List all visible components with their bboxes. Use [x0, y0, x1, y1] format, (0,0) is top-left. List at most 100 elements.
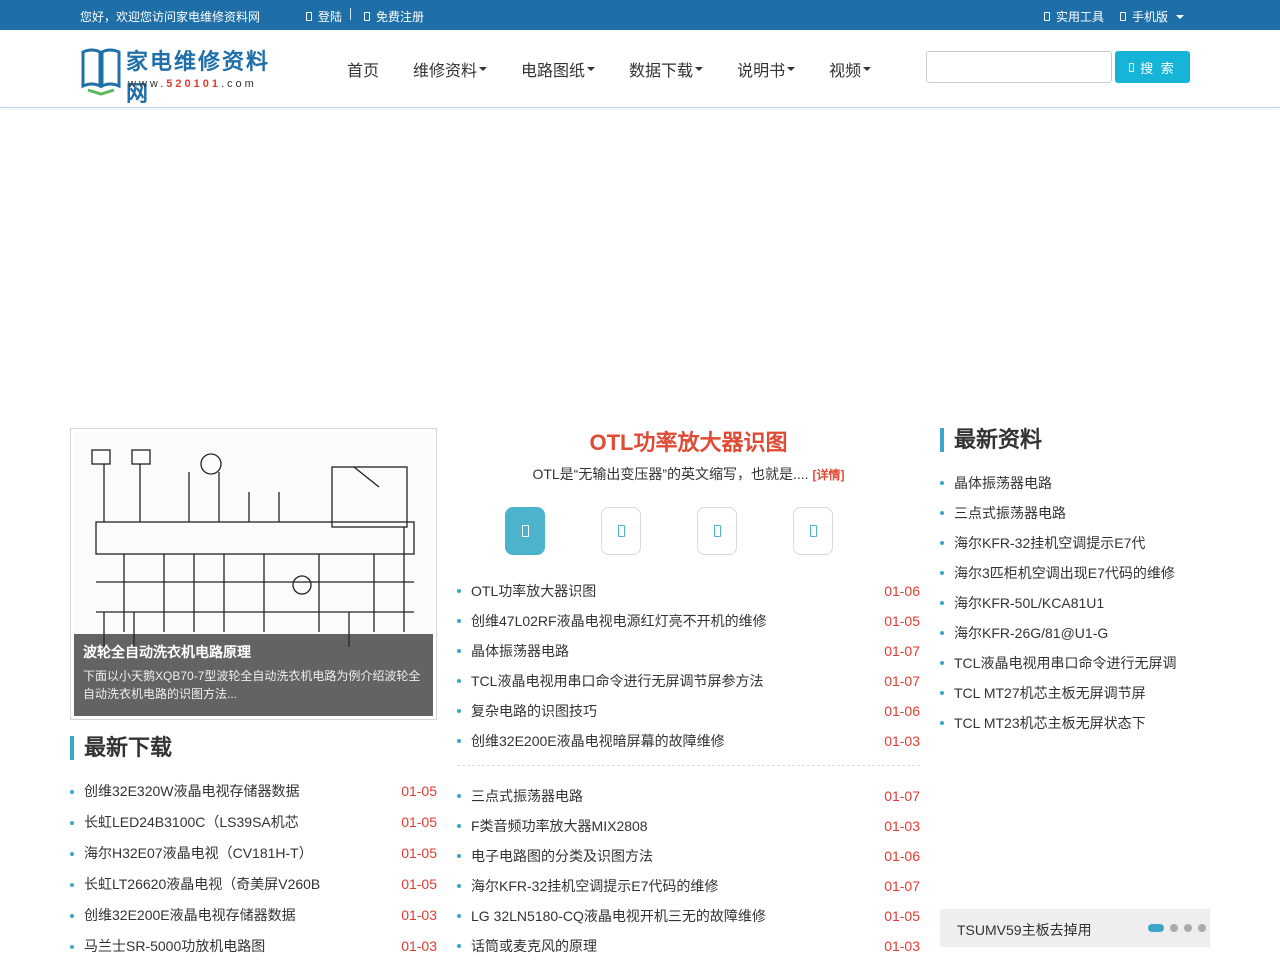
slider-dot[interactable]: [1184, 924, 1192, 932]
list-item-title[interactable]: 马兰士SR-5000功放机电路图: [84, 931, 265, 962]
document-icon: [617, 525, 625, 537]
list-item[interactable]: OTL功率放大器识图 01-06: [457, 576, 920, 606]
divider: [457, 765, 920, 766]
tab-icon-3[interactable]: [697, 507, 737, 555]
tab-icon-2[interactable]: [601, 507, 641, 555]
list-item-title[interactable]: TCL MT23机芯主板无屏状态下: [954, 708, 1146, 738]
summary-text: OTL是“无输出变压器”的英文缩写，也就是....: [532, 466, 809, 482]
list-item[interactable]: 创维32E200E液晶电视存储器数据 01-03: [70, 900, 437, 931]
featured-description: 下面以小天鹅XQB70-7型波轮全自动洗衣机电路为例介绍波轮全自动洗衣机电路的识…: [83, 669, 421, 701]
list-item[interactable]: 长虹LED24B3100C（LS39SA机芯 01-05: [70, 807, 437, 838]
list-item-title[interactable]: 电子电路图的分类及识图方法: [471, 841, 653, 871]
featured-article[interactable]: 波轮全自动洗衣机电路原理 下面以小天鹅XQB70-7型波轮全自动洗衣机电路为例介…: [70, 428, 437, 720]
list-item-date: 01-03: [401, 938, 437, 954]
chevron-down-icon: [587, 67, 596, 71]
list-item-date: 01-07: [884, 788, 920, 804]
slider-dot[interactable]: [1170, 924, 1178, 932]
list-item-title[interactable]: 海尔KFR-26G/81@U1-G: [954, 618, 1108, 648]
list-item-title[interactable]: TCL液晶电视用串口命令进行无屏调: [954, 648, 1176, 678]
list-item[interactable]: 创维47L02RF液晶电视电源红灯亮不开机的维修 01-05: [457, 606, 920, 636]
login-link[interactable]: 登陆: [306, 8, 342, 25]
list-item[interactable]: LG 32LN5180-CQ液晶电视开机三无的故障维修 01-05: [457, 901, 920, 931]
list-item-title[interactable]: F类音频功率放大器MIX2808: [471, 811, 648, 841]
nav-item-1[interactable]: 维修资料: [396, 57, 504, 81]
list-item-title[interactable]: 三点式振荡器电路: [954, 498, 1066, 528]
list-item[interactable]: TCL液晶电视用串口命令进行无屏调节屏参方法 01-07: [457, 666, 920, 696]
register-label: 免费注册: [376, 10, 425, 24]
latest-list: 晶体振荡器电路 三点式振荡器电路 海尔KFR-32挂机空调提示E7代 海尔3匹柜机空调…: [940, 468, 1210, 738]
list-item-title[interactable]: TCL MT27机芯主板无屏调节屏: [954, 678, 1146, 708]
list-item-title[interactable]: 长虹LT26620液晶电视（奇美屏V260B: [84, 869, 320, 900]
list-item[interactable]: 海尔KFR-32挂机空调提示E7代: [940, 528, 1210, 558]
slider-title[interactable]: TSUMV59主板去掉用: [957, 920, 1092, 940]
list-item-title[interactable]: 海尔H32E07液晶电视（CV181H-T）: [84, 838, 313, 869]
list-item[interactable]: 创维32E200E液晶电视暗屏幕的故障维修 01-03: [457, 726, 920, 756]
tab-icon-1[interactable]: [505, 507, 545, 555]
list-item-title[interactable]: LG 32LN5180-CQ液晶电视开机三无的故障维修: [471, 901, 766, 931]
list-item-title[interactable]: 三点式振荡器电路: [471, 781, 583, 811]
list-item[interactable]: 马兰士SR-5000功放机电路图 01-03: [70, 931, 437, 962]
list-item[interactable]: F类音频功率放大器MIX2808 01-03: [457, 811, 920, 841]
list-item-title[interactable]: 创维47L02RF液晶电视电源红灯亮不开机的维修: [471, 606, 767, 636]
list-item[interactable]: 创维32E320W液晶电视存储器数据 01-05: [70, 776, 437, 807]
list-item-title[interactable]: 创维32E200E液晶电视暗屏幕的故障维修: [471, 726, 725, 756]
search-icon: [1129, 62, 1135, 72]
list-item[interactable]: TCL MT27机芯主板无屏调节屏: [940, 678, 1210, 708]
nav-item-2[interactable]: 电路图纸: [504, 57, 612, 81]
list-item-title[interactable]: 长虹LED24B3100C（LS39SA机芯: [84, 807, 299, 838]
list-item[interactable]: 三点式振荡器电路 01-07: [457, 781, 920, 811]
mobile-link[interactable]: 手机版: [1120, 8, 1185, 25]
search-input[interactable]: [926, 51, 1112, 83]
list-item[interactable]: 晶体振荡器电路: [940, 468, 1210, 498]
list-item-title[interactable]: 海尔KFR-32挂机空调提示E7代: [954, 528, 1145, 558]
list-item[interactable]: 海尔KFR-32挂机空调提示E7代码的维修 01-07: [457, 871, 920, 901]
list-item[interactable]: TCL MT23机芯主板无屏状态下: [940, 708, 1210, 738]
list-item[interactable]: 海尔H32E07液晶电视（CV181H-T） 01-05: [70, 838, 437, 869]
list-item[interactable]: 复杂电路的识图技巧 01-06: [457, 696, 920, 726]
nav-item-label: 说明书: [737, 63, 786, 80]
headline-title[interactable]: OTL功率放大器识图: [457, 425, 920, 457]
chevron-down-icon: [787, 67, 796, 71]
list-item[interactable]: 晶体振荡器电路 01-07: [457, 636, 920, 666]
slider-dot[interactable]: [1198, 924, 1206, 932]
list-item-title[interactable]: 海尔KFR-32挂机空调提示E7代码的维修: [471, 871, 718, 901]
nav-item-3[interactable]: 数据下载: [612, 57, 720, 81]
list-item[interactable]: 话筒或麦克风的原理 01-03: [457, 931, 920, 961]
tools-link[interactable]: 实用工具: [1044, 8, 1104, 25]
list-item-date: 01-06: [884, 703, 920, 719]
list-item-title[interactable]: 创维32E200E液晶电视存储器数据: [84, 900, 296, 931]
list-item-title[interactable]: 海尔KFR-50L/KCA81U1: [954, 588, 1104, 618]
list-item-title[interactable]: OTL功率放大器识图: [471, 576, 596, 606]
site-logo[interactable]: 家电维修资料网 www.520101.com: [80, 44, 292, 107]
nav-item-5[interactable]: 视频: [812, 57, 888, 81]
list-item[interactable]: 三点式振荡器电路: [940, 498, 1210, 528]
list-item[interactable]: 电子电路图的分类及识图方法 01-06: [457, 841, 920, 871]
list-item-title[interactable]: 复杂电路的识图技巧: [471, 696, 597, 726]
list-item[interactable]: 长虹LT26620液晶电视（奇美屏V260B 01-05: [70, 869, 437, 900]
slider-dot[interactable]: [1148, 924, 1164, 932]
list-item[interactable]: 海尔3匹柜机空调出现E7代码的维修: [940, 558, 1210, 588]
details-link[interactable]: [详情]: [813, 468, 845, 482]
nav-item-label: 电路图纸: [521, 63, 586, 80]
document-icon: [809, 525, 817, 537]
list-item-title[interactable]: 话筒或麦克风的原理: [471, 931, 597, 961]
list-item-date: 01-06: [884, 583, 920, 599]
tab-icon-4[interactable]: [793, 507, 833, 555]
document-icon: [713, 525, 721, 537]
logo-url-suffix: .com: [221, 78, 257, 90]
list-item[interactable]: 海尔KFR-50L/KCA81U1: [940, 588, 1210, 618]
list-item-date: 01-05: [401, 814, 437, 830]
search-button[interactable]: 搜 索: [1115, 51, 1190, 83]
list-item-title[interactable]: TCL液晶电视用串口命令进行无屏调节屏参方法: [471, 666, 763, 696]
list-item-title[interactable]: 晶体振荡器电路: [471, 636, 569, 666]
register-link[interactable]: 免费注册: [364, 8, 424, 25]
featured-title[interactable]: 波轮全自动洗衣机电路原理: [83, 642, 424, 662]
list-item-title[interactable]: 创维32E320W液晶电视存储器数据: [84, 776, 299, 807]
list-item[interactable]: TCL液晶电视用串口命令进行无屏调: [940, 648, 1210, 678]
list-item-title[interactable]: 海尔3匹柜机空调出现E7代码的维修: [954, 558, 1175, 588]
nav-item-0[interactable]: 首页: [330, 57, 396, 81]
nav-item-4[interactable]: 说明书: [720, 57, 812, 81]
slider[interactable]: TSUMV59主板去掉用: [940, 909, 1210, 947]
list-item-title[interactable]: 晶体振荡器电路: [954, 468, 1052, 498]
list-item[interactable]: 海尔KFR-26G/81@U1-G: [940, 618, 1210, 648]
